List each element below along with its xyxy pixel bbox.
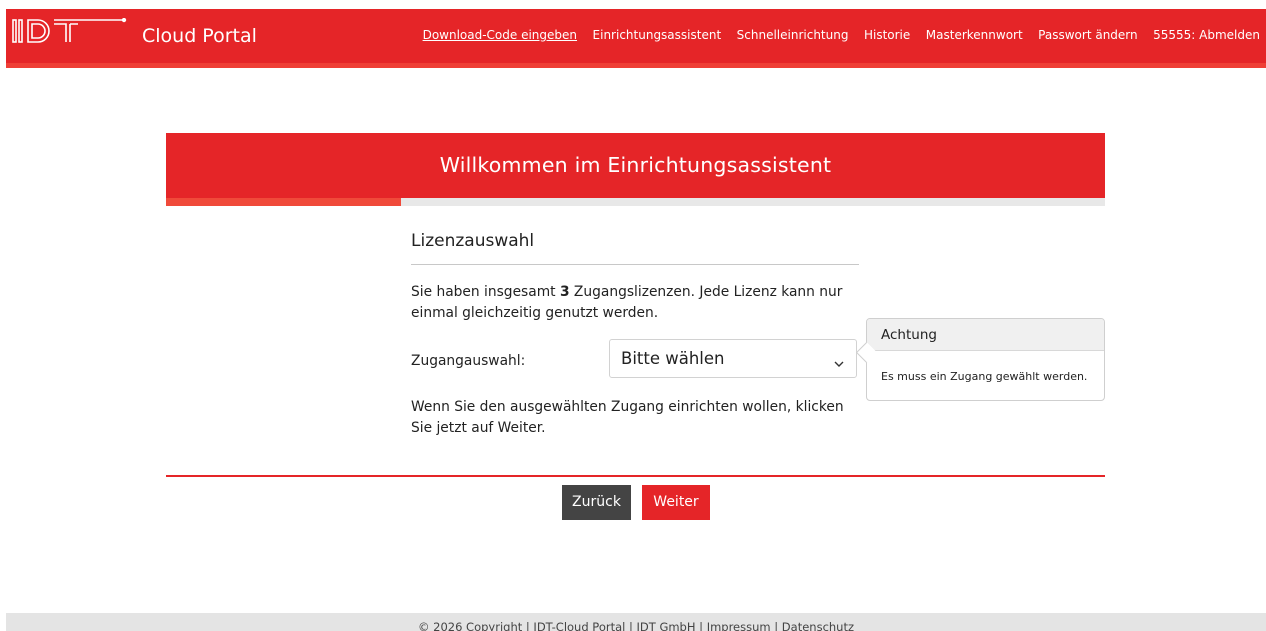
section-divider (411, 264, 859, 265)
nav-einrichtungsassistent[interactable]: Einrichtungsassistent (593, 25, 722, 45)
wizard-progress-bar (166, 198, 1105, 206)
wizard-title: Willkommen im Einrichtungsassistent (166, 133, 1105, 198)
nav-download-code[interactable]: Download-Code eingeben (423, 25, 577, 45)
app-title[interactable]: Cloud Portal (142, 24, 257, 48)
navbar-accent-stripe (6, 63, 1266, 68)
access-select[interactable]: Bitte wählen (609, 339, 857, 378)
license-count: 3 (559, 284, 570, 300)
nav-historie[interactable]: Historie (864, 25, 910, 45)
nav-masterkennwort[interactable]: Masterkennwort (926, 25, 1023, 45)
access-select-value: Bitte wählen (621, 349, 725, 368)
section-title: Lizenzauswahl (411, 231, 535, 251)
nav-logout[interactable]: 55555: Abmelden (1153, 25, 1260, 45)
actions-divider (166, 475, 1105, 477)
nav-passwort-aendern[interactable]: Passwort ändern (1038, 25, 1137, 45)
instruction-text: Wenn Sie den ausgewählten Zugang einrich… (411, 399, 844, 436)
main-nav: Download-Code eingeben Einrichtungsassis… (423, 25, 1260, 45)
nav-schnelleinrichtung[interactable]: Schnelleinrichtung (737, 25, 849, 45)
wizard-progress-fill (166, 198, 401, 206)
popover-title: Achtung (867, 319, 1104, 351)
top-navbar: Cloud Portal Download-Code eingeben Einr… (6, 9, 1266, 68)
back-button[interactable]: Zurück (562, 485, 631, 520)
idt-logo[interactable] (12, 17, 128, 48)
intro-prefix: Sie haben insgesamt (411, 284, 560, 300)
access-select-label: Zugangauswahl: (411, 353, 526, 369)
chevron-down-icon (834, 353, 844, 372)
validation-popover: Achtung Es muss ein Zugang gewählt werde… (855, 318, 1105, 401)
popover-message: Es muss ein Zugang gewählt werden. (881, 370, 1088, 383)
footer: © 2026 Copyright | IDT-Cloud Portal | ID… (6, 613, 1266, 631)
license-info-text: Sie haben insgesamt 3 Zugangslizenzen. J… (411, 282, 866, 324)
next-button[interactable]: Weiter (642, 485, 710, 520)
